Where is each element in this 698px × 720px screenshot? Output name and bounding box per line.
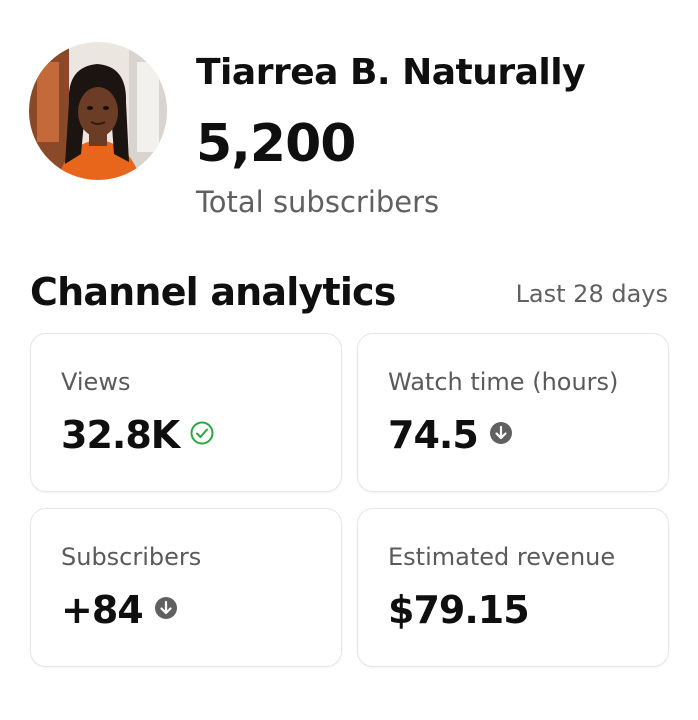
subscriber-label: Total subscribers [196,185,440,219]
avatar-photo [29,42,167,180]
card-value: $79.15 [388,588,530,632]
card-label: Views [61,368,131,396]
subscriber-count: 5,200 [196,114,356,174]
channel-name: Tiarrea B. Naturally [196,52,586,93]
card-value: +84 [61,588,144,632]
subscribers-card[interactable]: Subscribers +84 [30,508,342,667]
check-circle-icon [189,420,215,450]
card-label: Watch time (hours) [388,368,619,396]
views-card[interactable]: Views 32.8K [30,333,342,492]
arrow-down-circle-icon [153,595,179,625]
channel-dashboard: Tiarrea B. Naturally 5,200 Total subscri… [0,0,698,720]
card-label: Subscribers [61,543,202,571]
revenue-card[interactable]: Estimated revenue $79.15 [357,508,669,667]
card-value: 32.8K [61,413,180,457]
date-range[interactable]: Last 28 days [516,280,668,308]
avatar[interactable] [29,42,167,180]
arrow-down-circle-icon [488,420,514,450]
section-title: Channel analytics [30,270,396,314]
watch-time-card[interactable]: Watch time (hours) 74.5 [357,333,669,492]
card-value: 74.5 [388,413,479,457]
card-label: Estimated revenue [388,543,616,571]
